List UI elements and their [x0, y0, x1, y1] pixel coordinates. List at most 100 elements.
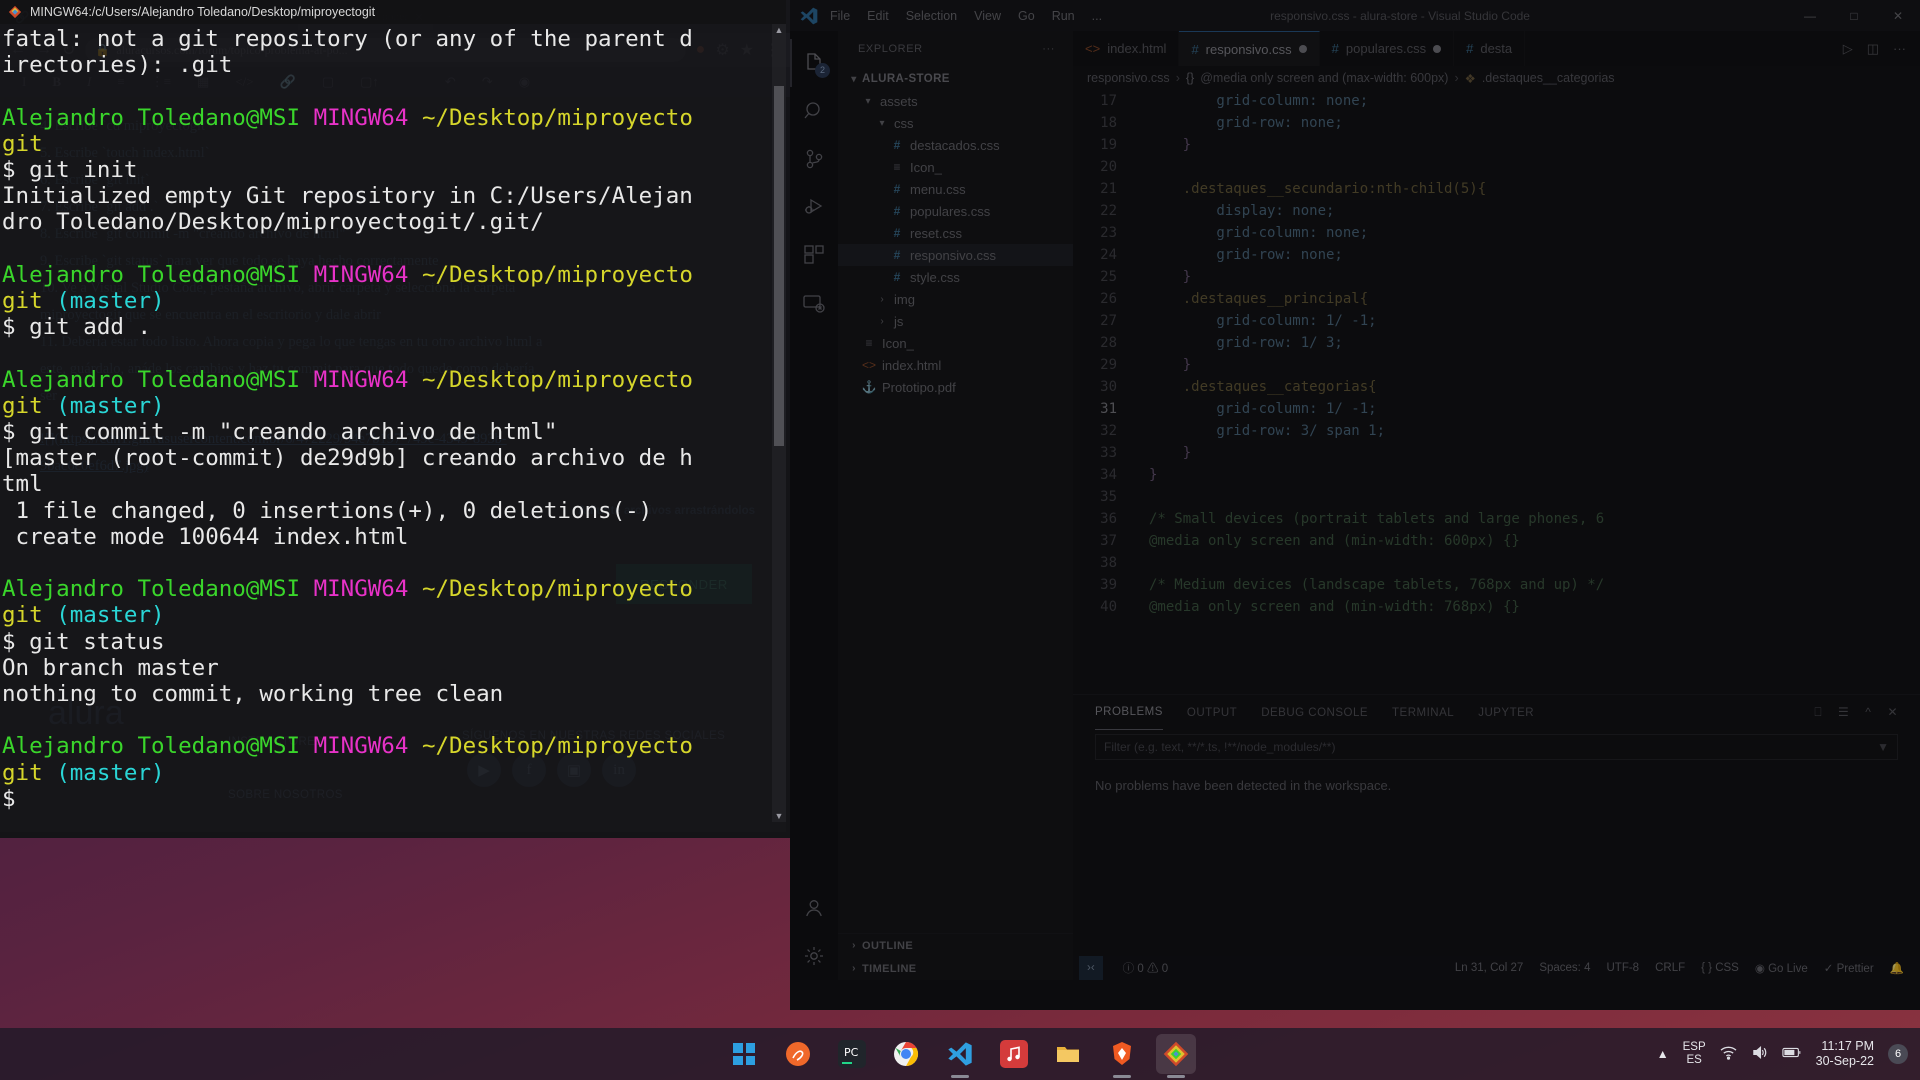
menu-view[interactable]: View: [974, 9, 1001, 23]
maximize-icon[interactable]: □: [1832, 0, 1876, 31]
minimize-icon[interactable]: —: [1788, 0, 1832, 31]
code-line[interactable]: /* Small devices (portrait tablets and l…: [1149, 508, 1920, 530]
chevron-up-icon[interactable]: ▲: [1657, 1047, 1669, 1061]
terminal-output[interactable]: fatal: not a git repository (or any of t…: [0, 24, 786, 832]
clock[interactable]: 11:17 PM 30-Sep-22: [1816, 1039, 1874, 1069]
vscode-window-controls[interactable]: — □ ✕: [1788, 0, 1920, 31]
editor-breadcrumb[interactable]: responsivo.css › {} @media only screen a…: [1073, 66, 1920, 90]
section-outline[interactable]: › OUTLINE: [838, 934, 1073, 957]
cursor-position[interactable]: Ln 31, Col 27: [1455, 962, 1523, 974]
file-tree[interactable]: ▾ ALURA-STORE ▾ assets ▾ css # destacados.css…: [838, 66, 1073, 933]
editor-tabs[interactable]: <> index.html # responsivo.css # populares.cs…: [1073, 31, 1920, 66]
funnel-icon[interactable]: ▼: [1877, 740, 1889, 754]
problems-filter-input[interactable]: Filter (e.g. text, **/*.ts, !**/node_mod…: [1095, 734, 1898, 760]
code-line[interactable]: grid-column: 1/ -1;: [1149, 398, 1920, 420]
code-line[interactable]: @media only screen and (min-width: 768px…: [1149, 596, 1920, 618]
bell-icon[interactable]: 🔔: [1890, 961, 1904, 975]
tab-problems[interactable]: PROBLEMS: [1095, 695, 1163, 730]
problems-status[interactable]: ⓘ 0 ⚠ 0: [1123, 960, 1168, 976]
postman-icon[interactable]: [778, 1034, 818, 1074]
language-mode[interactable]: { } CSS: [1701, 962, 1739, 974]
code-line[interactable]: [1149, 552, 1920, 574]
go-live-button[interactable]: ◉ Go Live: [1755, 961, 1808, 975]
tree-item-destacados-css[interactable]: # destacados.css: [838, 134, 1073, 156]
wifi-icon[interactable]: [1720, 1045, 1737, 1063]
code-line[interactable]: }: [1149, 354, 1920, 376]
tab-debug-console[interactable]: DEBUG CONSOLE: [1261, 707, 1368, 719]
code-line[interactable]: [1149, 486, 1920, 508]
tree-item-responsivo-css[interactable]: # responsivo.css: [838, 244, 1073, 266]
code-editor[interactable]: 17 18 19 20 21 22 23 24 25 26 27 28 29 30 31 32 33 34 35 36…: [1073, 90, 1920, 694]
breadcrumb-file[interactable]: responsivo.css: [1087, 71, 1170, 85]
vscode-menubar[interactable]: File Edit Selection View Go Run ...: [830, 9, 1102, 23]
language-indicator[interactable]: ESP ES: [1683, 1041, 1706, 1067]
code-line[interactable]: grid-column: none;: [1149, 222, 1920, 244]
scroll-up-icon[interactable]: ▲: [772, 24, 786, 36]
scrollbar-thumb[interactable]: [774, 86, 784, 446]
unsaved-indicator-icon[interactable]: [1298, 45, 1307, 53]
settings-gear-icon[interactable]: [790, 932, 838, 980]
code-line[interactable]: display: none;: [1149, 200, 1920, 222]
prettier-status[interactable]: ✓ Prettier: [1824, 961, 1874, 975]
tree-item-populares-css[interactable]: # populares.css: [838, 200, 1073, 222]
code-line[interactable]: }: [1149, 134, 1920, 156]
code-line[interactable]: /* Medium devices (landscape tablets, 76…: [1149, 574, 1920, 596]
close-icon[interactable]: ✕: [1876, 0, 1920, 31]
system-tray[interactable]: ▲ ESP ES 11:17 PM 30-Sep-22 6: [1657, 1039, 1920, 1069]
file-explorer-icon[interactable]: [1048, 1034, 1088, 1074]
menu-run[interactable]: Run: [1052, 9, 1075, 23]
tree-item-img[interactable]: › img: [838, 288, 1073, 310]
remote-icon[interactable]: ›‹: [1079, 956, 1103, 980]
tree-item-index-html[interactable]: <> index.html: [838, 354, 1073, 376]
code-line[interactable]: .destaques__secundario:nth-child(5){: [1149, 178, 1920, 200]
vscode-editor-area[interactable]: <> index.html # responsivo.css # populares.cs…: [1073, 31, 1920, 980]
menu-more[interactable]: ...: [1092, 9, 1102, 23]
explorer-icon[interactable]: 2: [790, 39, 838, 87]
run-icon[interactable]: ▷: [1843, 41, 1853, 57]
split-editor-icon[interactable]: ◫: [1867, 41, 1879, 57]
menu-edit[interactable]: Edit: [867, 9, 889, 23]
vscode-icon[interactable]: [940, 1034, 980, 1074]
battery-icon[interactable]: [1781, 1046, 1802, 1062]
menu-selection[interactable]: Selection: [906, 9, 957, 23]
tree-item-assets[interactable]: ▾ assets: [838, 90, 1073, 112]
editor-tab-index-html[interactable]: <> index.html: [1073, 31, 1180, 66]
vscode-activity-bar[interactable]: 2: [790, 31, 838, 980]
code-line[interactable]: }: [1149, 464, 1920, 486]
tree-item-prototipo-pdf[interactable]: ⚓ Prototipo.pdf: [838, 376, 1073, 398]
tab-jupyter[interactable]: JUPYTER: [1478, 707, 1534, 719]
clear-icon[interactable]: ⎕: [1814, 705, 1822, 720]
breadcrumb-media[interactable]: @media only screen and (max-width: 600px…: [1200, 71, 1448, 85]
notification-badge[interactable]: 6: [1888, 1044, 1908, 1064]
start-button-icon[interactable]: [724, 1034, 764, 1074]
code-line[interactable]: grid-row: none;: [1149, 244, 1920, 266]
source-control-icon[interactable]: [790, 135, 838, 183]
accounts-icon[interactable]: [790, 884, 838, 932]
code-line[interactable]: grid-column: none;: [1149, 90, 1920, 112]
tree-item-icon[interactable]: ≡ Icon_: [838, 332, 1073, 354]
editor-tab-desta[interactable]: # desta: [1454, 31, 1526, 66]
run-debug-icon[interactable]: [790, 183, 838, 231]
brave-icon[interactable]: [1102, 1034, 1142, 1074]
code-line[interactable]: grid-row: 1/ 3;: [1149, 332, 1920, 354]
terminal-scrollbar[interactable]: ▲ ▼: [772, 24, 786, 822]
more-actions-icon[interactable]: ···: [1042, 43, 1055, 55]
tree-item-reset-css[interactable]: # reset.css: [838, 222, 1073, 244]
mingw64-terminal-window[interactable]: MINGW64:/c/Users/Alejandro Toledano/Desk…: [0, 0, 786, 832]
chrome-icon[interactable]: [886, 1034, 926, 1074]
code-lines[interactable]: grid-column: none; grid-row: none; } .de…: [1135, 90, 1920, 694]
vscode-status-bar[interactable]: ›‹ ⓘ 0 ⚠ 0 Ln 31, Col 27 Spaces: 4 UTF-8: [1073, 956, 1920, 980]
code-line[interactable]: .destaques__principal{: [1149, 288, 1920, 310]
close-icon[interactable]: ✕: [1887, 705, 1898, 720]
section-timeline[interactable]: › TIMELINE: [838, 957, 1073, 980]
eol[interactable]: CRLF: [1655, 962, 1685, 974]
vscode-sidebar[interactable]: EXPLORER ··· ▾ ALURA-STORE ▾ assets ▾ css # d…: [838, 31, 1073, 980]
tree-item-style-css[interactable]: # style.css: [838, 266, 1073, 288]
code-line[interactable]: }: [1149, 266, 1920, 288]
code-line[interactable]: @media only screen and (min-width: 600px…: [1149, 530, 1920, 552]
code-line[interactable]: .destaques__categorias{: [1149, 376, 1920, 398]
editor-tab-actions[interactable]: ▷ ◫ ···: [1829, 31, 1920, 66]
tab-output[interactable]: OUTPUT: [1187, 707, 1237, 719]
vscode-window[interactable]: File Edit Selection View Go Run ... resp…: [790, 0, 1920, 1010]
menu-go[interactable]: Go: [1018, 9, 1035, 23]
